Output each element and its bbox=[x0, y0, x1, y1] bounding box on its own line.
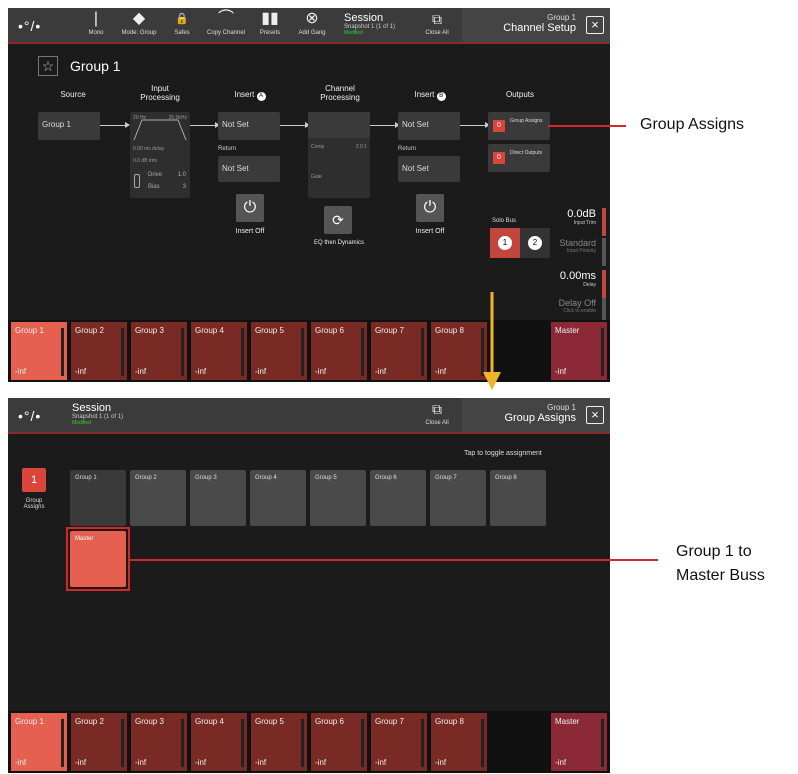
channel-strip: Group 1 -inf Group 2 -inf Group 3 -inf Grou… bbox=[8, 711, 610, 773]
callout-group-assigns: Group Assigns bbox=[640, 116, 745, 133]
insert-b-heading: Insert B bbox=[400, 90, 460, 101]
toolbar: •°/• Session Snapshot 1 (1 of 1) Modifie… bbox=[8, 398, 610, 434]
close-all-icon: ⧉ bbox=[432, 11, 442, 27]
presets-icon: ▮▮ bbox=[261, 10, 279, 27]
mode-group-button[interactable]: ◆ Mode: Group bbox=[118, 8, 160, 42]
strip-group-5[interactable]: Group 5 -inf bbox=[251, 713, 307, 771]
callout-line-group-assigns bbox=[548, 125, 626, 127]
delay-control[interactable]: 0.00ms Delay bbox=[550, 270, 606, 298]
source-heading: Source bbox=[60, 90, 86, 99]
strip-master[interactable]: Master -inf bbox=[551, 713, 607, 771]
favorite-star-icon[interactable]: ☆ bbox=[38, 56, 58, 76]
insert-a-power-icon[interactable]: ⏻ bbox=[236, 194, 264, 222]
add-gang-button[interactable]: ⊗ Add Gang bbox=[292, 8, 332, 42]
insert-b-power-icon[interactable]: ⏻ bbox=[416, 194, 444, 222]
window-header: Group 1 Channel Setup × bbox=[462, 8, 610, 42]
app-logo-icon[interactable]: •°/• bbox=[18, 18, 41, 34]
session-info[interactable]: Session Snapshot 1 (1 of 1) Modified bbox=[72, 402, 123, 426]
group-assigns-side-label: Group Assigns bbox=[23, 498, 45, 510]
close-all-button[interactable]: ⧉ Close All bbox=[422, 398, 452, 432]
tap-hint: Tap to toggle assignment bbox=[464, 450, 542, 457]
mono-icon: | bbox=[93, 10, 99, 27]
strip-group-4[interactable]: Group 4 -inf bbox=[191, 322, 247, 380]
close-icon[interactable]: × bbox=[586, 406, 604, 424]
insert-a-heading: Insert A bbox=[220, 90, 280, 101]
source-selector[interactable]: Group 1 bbox=[38, 112, 100, 140]
strip-group-6[interactable]: Group 6 -inf bbox=[311, 322, 367, 380]
strip-group-2[interactable]: Group 2 -inf bbox=[71, 322, 127, 380]
delay-off-toggle[interactable]: Delay Off Click to enable bbox=[546, 298, 606, 322]
callout-line-master bbox=[130, 559, 658, 561]
safes-button[interactable]: 🔒 Safes bbox=[164, 8, 200, 42]
assign-group-1[interactable]: Group 1 bbox=[70, 470, 126, 526]
strip-master[interactable]: Master -inf bbox=[551, 322, 607, 380]
app-logo-icon[interactable]: •°/• bbox=[18, 408, 41, 424]
strip-group-7[interactable]: Group 7 -inf bbox=[371, 322, 427, 380]
process-order-icon[interactable]: ⟳ bbox=[324, 206, 352, 234]
eq-block[interactable] bbox=[308, 112, 370, 138]
input-processing-block[interactable]: 20 Hz 20.0kHz 0.00 ms delay 0.0 dB trim … bbox=[130, 112, 190, 198]
window-title: Channel Setup bbox=[503, 22, 576, 34]
assign-group-6[interactable]: Group 6 bbox=[370, 470, 426, 526]
copy-channel-button[interactable]: ⌒ Copy Channel bbox=[204, 8, 248, 42]
strip-group-1[interactable]: Group 1 -inf bbox=[11, 322, 67, 380]
assign-group-7[interactable]: Group 7 bbox=[430, 470, 486, 526]
input-polarity-toggle[interactable]: Standard Input Polarity bbox=[546, 238, 606, 266]
channel-processing-block[interactable]: Comp 2.0:1 Gate bbox=[308, 112, 370, 198]
strip-group-3[interactable]: Group 3 -inf bbox=[131, 713, 187, 771]
strip-group-2[interactable]: Group 2 -inf bbox=[71, 713, 127, 771]
strip-group-5[interactable]: Group 5 -inf bbox=[251, 322, 307, 380]
assign-group-3[interactable]: Group 3 bbox=[190, 470, 246, 526]
channel-setup-panel: •°/• | Mono ◆ Mode: Group 🔒 Safes ⌒ Copy… bbox=[8, 8, 610, 382]
strip-group-7[interactable]: Group 7 -inf bbox=[371, 713, 427, 771]
strip-group-4[interactable]: Group 4 -inf bbox=[191, 713, 247, 771]
tube-icon bbox=[134, 174, 140, 188]
channel-processing-heading: Channel Processing bbox=[320, 84, 360, 102]
strip-group-6[interactable]: Group 6 -inf bbox=[311, 713, 367, 771]
channel-name[interactable]: Group 1 bbox=[70, 58, 121, 74]
assign-group-4[interactable]: Group 4 bbox=[250, 470, 306, 526]
strip-group-3[interactable]: Group 3 -inf bbox=[131, 322, 187, 380]
outputs-heading: Outputs bbox=[505, 90, 534, 99]
direct-outputs-button[interactable]: 0 Direct Outputs bbox=[488, 144, 550, 172]
insert-a-return[interactable]: Not Set bbox=[218, 156, 280, 182]
callout-master-buss: Group 1 to Master Buss bbox=[676, 543, 765, 584]
presets-button[interactable]: ▮▮ Presets bbox=[252, 8, 288, 42]
insert-a-send[interactable]: Not Set bbox=[218, 112, 280, 140]
copy-channel-icon: ⌒ bbox=[217, 10, 234, 27]
assign-group-8[interactable]: Group 8 bbox=[490, 470, 546, 526]
strip-group-1[interactable]: Group 1 -inf bbox=[11, 713, 67, 771]
group-assigns-panel: •°/• Session Snapshot 1 (1 of 1) Modifie… bbox=[8, 398, 610, 773]
strip-group-8[interactable]: Group 8 -inf bbox=[431, 713, 487, 771]
close-all-button[interactable]: ⧉ Close All bbox=[422, 8, 452, 42]
toolbar: •°/• | Mono ◆ Mode: Group 🔒 Safes ⌒ Copy… bbox=[8, 8, 610, 44]
mono-button[interactable]: | Mono bbox=[76, 8, 116, 42]
input-trim-control[interactable]: 0.0dB Input Trim bbox=[550, 208, 606, 236]
session-info[interactable]: Session Snapshot 1 (1 of 1) Modified bbox=[344, 12, 395, 36]
lock-icon: 🔒 bbox=[175, 13, 189, 25]
solo-bus-1-button[interactable]: 1 bbox=[490, 228, 520, 258]
close-all-icon: ⧉ bbox=[432, 401, 442, 417]
transition-arrow-icon bbox=[483, 292, 501, 390]
mode-icon: ◆ bbox=[132, 10, 146, 27]
window-header: Group 1 Group Assigns × bbox=[462, 398, 610, 432]
assign-group-5[interactable]: Group 5 bbox=[310, 470, 366, 526]
insert-b-badge: B bbox=[436, 92, 446, 101]
group-assigns-count[interactable]: 1 bbox=[22, 468, 46, 492]
strip-group-8[interactable]: Group 8 -inf bbox=[431, 322, 487, 380]
gang-icon: ⊗ bbox=[305, 10, 319, 27]
channel-strip: Group 1 -inf Group 2 -inf Group 3 -inf Grou… bbox=[8, 320, 610, 382]
window-title: Group Assigns bbox=[504, 412, 576, 424]
assign-group-2[interactable]: Group 2 bbox=[130, 470, 186, 526]
group-assigns-button[interactable]: 0 Group Assigns bbox=[488, 112, 550, 140]
insert-b-return[interactable]: Not Set bbox=[398, 156, 460, 182]
assign-master[interactable]: Master bbox=[70, 531, 126, 587]
close-icon[interactable]: × bbox=[586, 16, 604, 34]
insert-a-badge: A bbox=[256, 92, 266, 101]
input-processing-heading: Input Processing bbox=[140, 84, 180, 102]
insert-b-send[interactable]: Not Set bbox=[398, 112, 460, 140]
